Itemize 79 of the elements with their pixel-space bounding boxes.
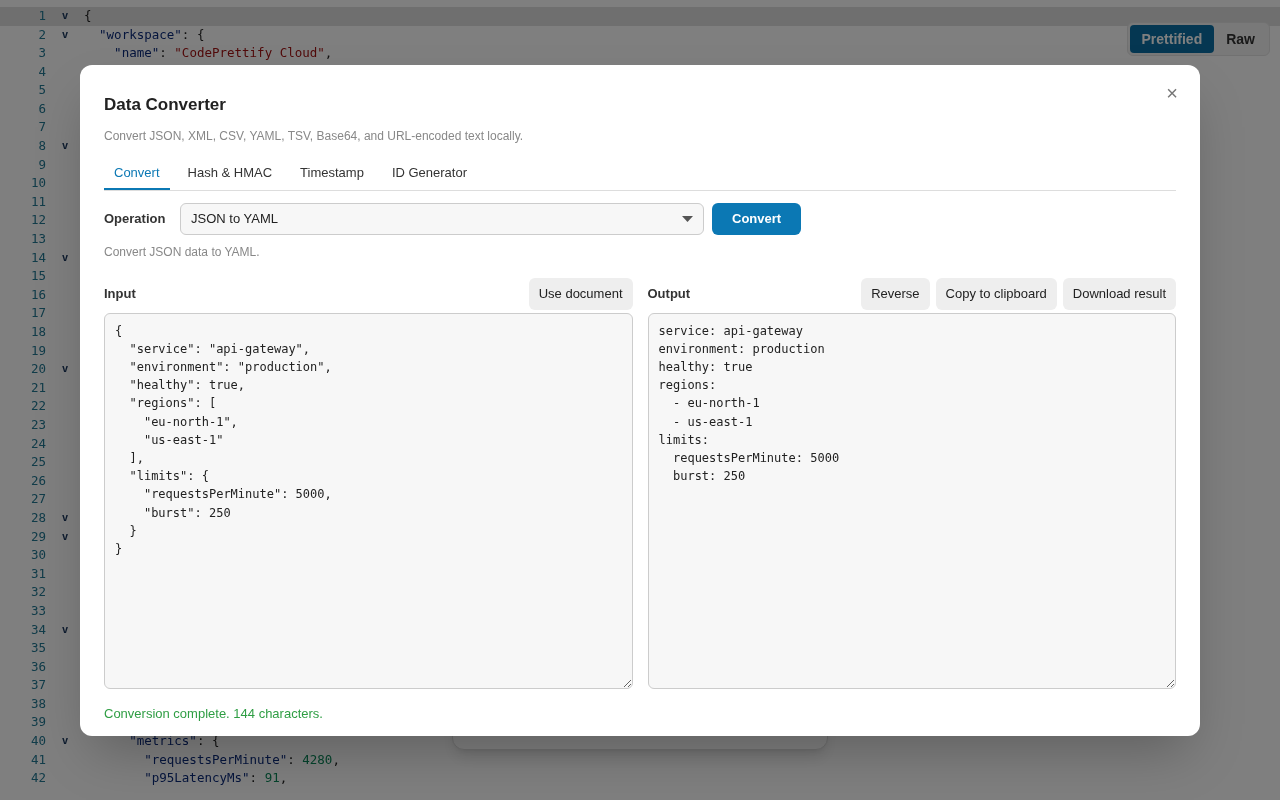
code-line: { <box>84 6 92 25</box>
line-number: 19 <box>29 341 46 360</box>
line-number: 2 <box>37 25 46 44</box>
line-number: 35 <box>29 639 46 658</box>
fold-marker[interactable]: v <box>61 26 69 44</box>
line-number: 36 <box>29 657 46 676</box>
code-line: "requestsPerMinute": 4280, <box>143 750 340 769</box>
code-line: "name": "CodePrettify Cloud", <box>113 44 333 63</box>
line-number: 14 <box>29 248 46 267</box>
line-number: 13 <box>29 230 46 249</box>
line-number: 33 <box>29 601 46 620</box>
line-number: 1 <box>37 6 46 25</box>
line-number: 26 <box>29 471 46 490</box>
line-number: 12 <box>29 211 46 230</box>
line-number: 20 <box>29 360 46 379</box>
tab[interactable]: Hash & HMAC <box>177 157 283 190</box>
fold-marker[interactable]: v <box>61 249 69 267</box>
line-number: 3 <box>37 44 46 63</box>
line-number: 38 <box>29 694 46 713</box>
fold-marker[interactable]: v <box>61 138 69 155</box>
line-number: 42 <box>29 769 46 788</box>
fold-marker[interactable]: v <box>61 621 69 639</box>
line-number: 41 <box>29 750 46 769</box>
panel-label: Input <box>104 284 136 303</box>
fold-marker[interactable]: v <box>61 528 69 546</box>
line-number: 28 <box>29 508 46 527</box>
view-toggle-option[interactable]: Raw <box>1214 25 1267 53</box>
fold-marker[interactable]: v <box>61 733 69 750</box>
code-line: "p95LatencyMs": 91, <box>143 769 288 788</box>
convert-button[interactable]: Convert <box>712 202 802 235</box>
close-button[interactable]: × <box>1166 83 1178 103</box>
panel-button[interactable]: Copy to clipboard <box>935 277 1057 310</box>
tab[interactable]: ID Generator <box>381 157 478 190</box>
caret-icon <box>682 215 693 222</box>
line-number: 15 <box>29 267 46 286</box>
dialog-subtitle: Convert JSON, XML, CSV, YAML, TSV, Base64, and URL-encoded text locally. <box>104 127 525 144</box>
line-number: 37 <box>29 676 46 695</box>
line-number: 17 <box>29 304 46 323</box>
line-number: 40 <box>29 732 46 751</box>
line-number: 23 <box>29 416 46 434</box>
line-number: 5 <box>37 81 46 100</box>
line-number: 29 <box>29 527 46 546</box>
line-number: 32 <box>29 583 46 602</box>
line-number: 16 <box>29 285 46 304</box>
fold-marker[interactable]: v <box>61 8 69 25</box>
fold-marker[interactable]: v <box>61 510 69 527</box>
line-number: 24 <box>29 434 46 453</box>
line-number: 25 <box>29 453 46 472</box>
view-toggle-option[interactable]: Prettified <box>1129 25 1215 53</box>
line-number: 39 <box>29 713 46 732</box>
line-number: 9 <box>37 155 46 174</box>
fold-marker[interactable]: v <box>61 361 69 378</box>
line-number: 18 <box>29 323 46 341</box>
status-message: Conversion complete. 144 characters. <box>104 704 324 723</box>
line-number: 21 <box>29 378 46 397</box>
panel-label: Output <box>647 284 691 303</box>
output-field[interactable]: service: api-gateway environment: production healthy: true regions: - eu-north-1 - us-east-1 limits: requestsPerMinute: 5000 burst: 250 <box>647 312 1176 689</box>
panel-button[interactable]: Use document <box>528 277 633 310</box>
line-number: 10 <box>29 174 46 193</box>
panel-button[interactable]: Reverse <box>861 277 930 310</box>
line-number: 27 <box>29 490 46 509</box>
tab[interactable]: Timestamp <box>290 157 374 190</box>
line-number: 8 <box>37 137 46 156</box>
line-number: 22 <box>29 397 46 416</box>
dialog-title: Data Converter <box>104 94 226 116</box>
line-number: 31 <box>29 564 46 583</box>
line-number: 34 <box>29 620 46 639</box>
input-field[interactable]: { "service": "api-gateway", "environment": "production", "healthy": true, "regions": [ "eu-north-1", "us-east-1" ], "limits": { "requestsPerMinute": 5000, "burst": 250 } } <box>104 312 633 689</box>
tab[interactable]: Convert <box>104 157 170 190</box>
line-number: 6 <box>37 99 46 118</box>
line-number: 7 <box>37 118 46 137</box>
code-line: "workspace": { <box>98 25 205 44</box>
operation-label: Operation <box>104 209 167 228</box>
operation-hint: Convert JSON data to YAML. <box>104 243 261 260</box>
line-number: 11 <box>29 192 46 211</box>
line-number: 30 <box>29 546 46 565</box>
line-number: 4 <box>37 62 46 81</box>
operation-select[interactable]: JSON to YAML <box>180 202 704 235</box>
panel-button[interactable]: Download result <box>1062 277 1176 310</box>
